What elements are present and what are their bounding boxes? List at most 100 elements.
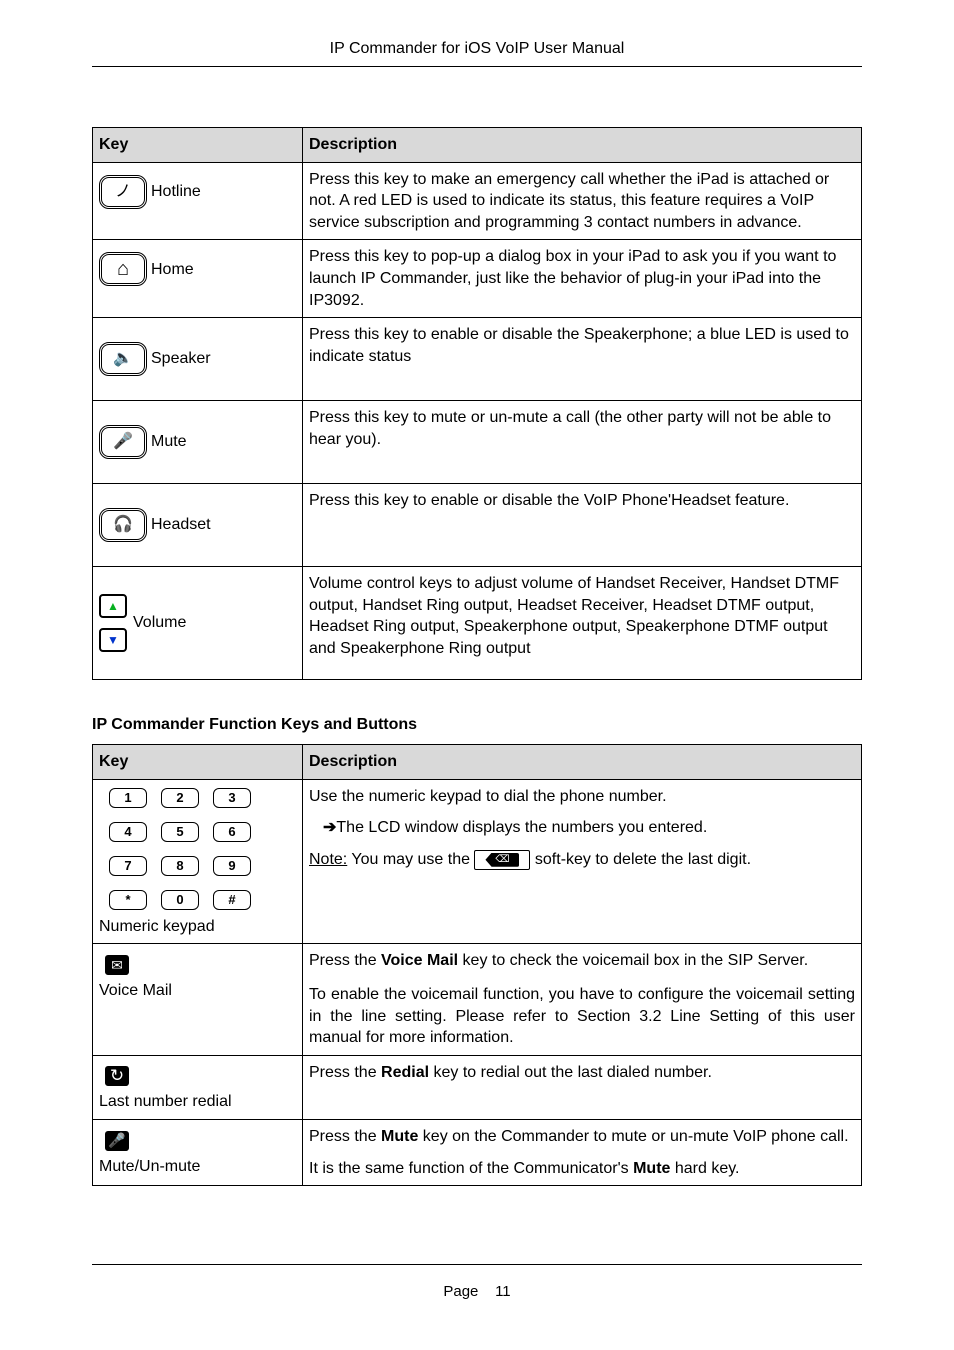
desc-text: The LCD window displays the numbers you … xyxy=(336,819,707,836)
mute-icon: 🎤 xyxy=(105,431,141,453)
keypad-9[interactable]: 9 xyxy=(213,856,251,876)
desc-line: Use the numeric keypad to dial the phone… xyxy=(309,786,855,808)
headset-icon: 🎧 xyxy=(105,514,141,536)
col-desc-header: Description xyxy=(303,128,862,163)
desc-cell: Press this key to pop-up a dialog box in… xyxy=(303,240,862,318)
keypad-8[interactable]: 8 xyxy=(161,856,199,876)
keypad-2[interactable]: 2 xyxy=(161,788,199,808)
key-label: Speaker xyxy=(151,348,211,370)
keypad-4[interactable]: 4 xyxy=(109,822,147,842)
footer-page-number: 11 xyxy=(495,1283,511,1300)
desc-line: Press the Voice Mail key to check the vo… xyxy=(309,950,855,972)
desc-cell: Use the numeric keypad to dial the phone… xyxy=(303,779,862,944)
table-row: 1 2 3 4 5 6 7 8 9 * 0 # Numeric keypad xyxy=(93,779,862,944)
table-row: 🎤 Mute/Un-mute Press the Mute key on the… xyxy=(93,1119,862,1185)
hotline-key[interactable]: ノ xyxy=(99,175,147,209)
desc-text: Press the xyxy=(309,952,381,969)
desc-text: key on the Commander to mute or un-mute … xyxy=(418,1128,848,1145)
key-label: Last number redial xyxy=(99,1091,296,1113)
keypad-hash[interactable]: # xyxy=(213,890,251,910)
speaker-key[interactable]: 🔈 xyxy=(99,342,147,376)
key-label: Voice Mail xyxy=(99,980,296,1002)
note-label: Note: xyxy=(309,851,347,868)
home-icon: ⌂ xyxy=(105,258,141,280)
desc-line: ➔The LCD window displays the numbers you… xyxy=(309,817,855,839)
desc-text: key to check the voicemail box in the SI… xyxy=(458,952,808,969)
mic-icon: 🎤 xyxy=(108,1131,125,1150)
table-row: ✉ Voice Mail Press the Voice Mail key to… xyxy=(93,944,862,1055)
volume-down-icon: ▼ xyxy=(107,632,119,648)
page-header: IP Commander for iOS VoIP User Manual xyxy=(92,40,862,67)
footer-page-label: Page xyxy=(443,1283,478,1300)
desc-text: Press the xyxy=(309,1064,381,1081)
desc-text: Press the xyxy=(309,1128,381,1145)
desc-line: Note: You may use the ⌫ soft-key to dele… xyxy=(309,849,855,871)
key-label: Headset xyxy=(151,514,211,536)
key-label: Numeric keypad xyxy=(99,916,296,938)
desc-cell: Press the Redial key to redial out the l… xyxy=(303,1055,862,1119)
desc-cell: Press this key to make an emergency call… xyxy=(303,162,862,240)
redial-softkey[interactable]: ↻ xyxy=(105,1066,129,1086)
desc-bold: Mute xyxy=(633,1160,670,1177)
desc-cell: Press this key to enable or disable the … xyxy=(303,484,862,567)
page-footer: Page 11 xyxy=(92,1264,862,1300)
desc-bold: Voice Mail xyxy=(381,952,458,969)
desc-cell: Press the Voice Mail key to check the vo… xyxy=(303,944,862,1055)
desc-text: You may use the xyxy=(347,851,474,868)
desc-line: It is the same function of the Communica… xyxy=(309,1158,855,1180)
volume-down-key[interactable]: ▼ xyxy=(99,628,127,652)
mute-softkey[interactable]: 🎤 xyxy=(105,1131,129,1151)
desc-text: soft-key to delete the last digit. xyxy=(530,851,751,868)
desc-text: key to redial out the last dialed number… xyxy=(429,1064,712,1081)
keypad-3[interactable]: 3 xyxy=(213,788,251,808)
table-row: ↻ Last number redial Press the Redial ke… xyxy=(93,1055,862,1119)
hotline-icon: ノ xyxy=(105,181,141,203)
desc-cell: Press the Mute key on the Commander to m… xyxy=(303,1119,862,1185)
desc-cell: Press this key to mute or un-mute a call… xyxy=(303,401,862,484)
keypad-star[interactable]: * xyxy=(109,890,147,910)
arrow-icon: ➔ xyxy=(323,817,336,839)
mail-icon: ✉ xyxy=(111,956,123,975)
mute-key[interactable]: 🎤 xyxy=(99,425,147,459)
key-label: Hotline xyxy=(151,181,201,203)
desc-line: Press the Mute key on the Commander to m… xyxy=(309,1126,855,1148)
key-label: Mute xyxy=(151,431,187,453)
hardware-keys-table: Key Description ノ Hotline Press this key… xyxy=(92,127,862,680)
desc-bold: Mute xyxy=(381,1128,418,1145)
col-key-header: Key xyxy=(93,745,303,780)
home-key[interactable]: ⌂ xyxy=(99,252,147,286)
section-title: IP Commander Function Keys and Buttons xyxy=(92,716,862,734)
keypad-6[interactable]: 6 xyxy=(213,822,251,842)
table-row: ノ Hotline Press this key to make an emer… xyxy=(93,162,862,240)
desc-line: To enable the voicemail function, you ha… xyxy=(309,984,855,1049)
col-desc-header: Description xyxy=(303,745,862,780)
col-key-header: Key xyxy=(93,128,303,163)
desc-text: It is the same function of the Communica… xyxy=(309,1160,633,1177)
numeric-keypad: 1 2 3 4 5 6 7 8 9 * 0 # xyxy=(109,788,296,910)
desc-text: hard key. xyxy=(670,1160,739,1177)
desc-bold: Redial xyxy=(381,1064,429,1081)
table-row: 🎧 Headset Press this key to enable or di… xyxy=(93,484,862,567)
table-row: 🔈 Speaker Press this key to enable or di… xyxy=(93,318,862,401)
volume-up-key[interactable]: ▲ xyxy=(99,594,127,618)
headset-key[interactable]: 🎧 xyxy=(99,508,147,542)
keypad-0[interactable]: 0 xyxy=(161,890,199,910)
desc-cell: Press this key to enable or disable the … xyxy=(303,318,862,401)
table-row: ⌂ Home Press this key to pop-up a dialog… xyxy=(93,240,862,318)
keypad-7[interactable]: 7 xyxy=(109,856,147,876)
key-label: Home xyxy=(151,259,194,281)
table-row: ▲ ▼ Volume Volume control keys to adjust… xyxy=(93,567,862,680)
key-label: Volume xyxy=(133,612,186,634)
keypad-5[interactable]: 5 xyxy=(161,822,199,842)
redial-icon: ↻ xyxy=(110,1065,124,1088)
speaker-icon: 🔈 xyxy=(105,348,141,370)
table-row: 🎤 Mute Press this key to mute or un-mute… xyxy=(93,401,862,484)
function-keys-table: Key Description 1 2 3 4 5 6 7 8 9 xyxy=(92,744,862,1186)
desc-cell: Volume control keys to adjust volume of … xyxy=(303,567,862,680)
voicemail-softkey[interactable]: ✉ xyxy=(105,955,129,975)
backspace-icon: ⌫ xyxy=(485,853,519,867)
key-label: Mute/Un-mute xyxy=(99,1156,296,1178)
volume-up-icon: ▲ xyxy=(107,598,119,614)
keypad-1[interactable]: 1 xyxy=(109,788,147,808)
backspace-softkey[interactable]: ⌫ xyxy=(474,850,530,870)
